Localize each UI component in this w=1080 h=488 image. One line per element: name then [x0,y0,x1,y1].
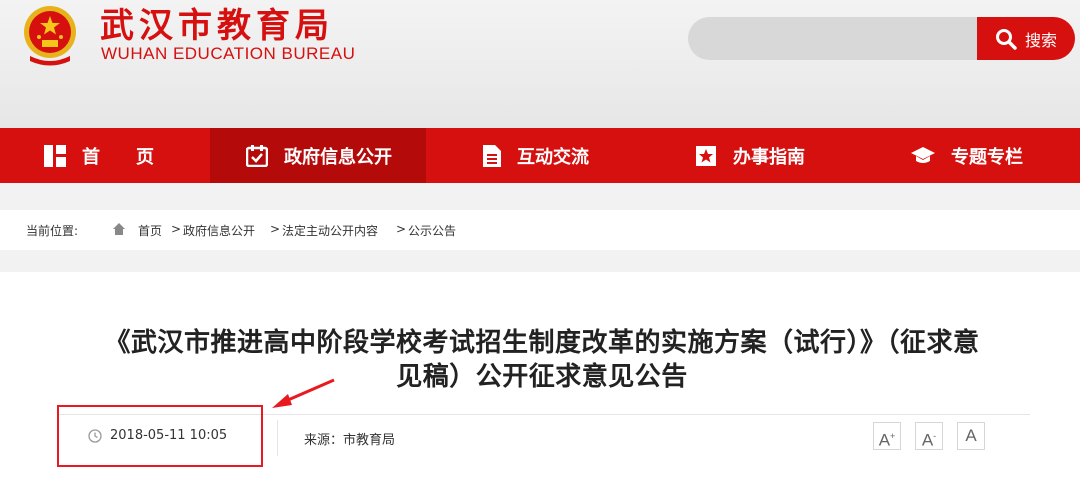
annotation-arrow-icon [272,378,335,408]
